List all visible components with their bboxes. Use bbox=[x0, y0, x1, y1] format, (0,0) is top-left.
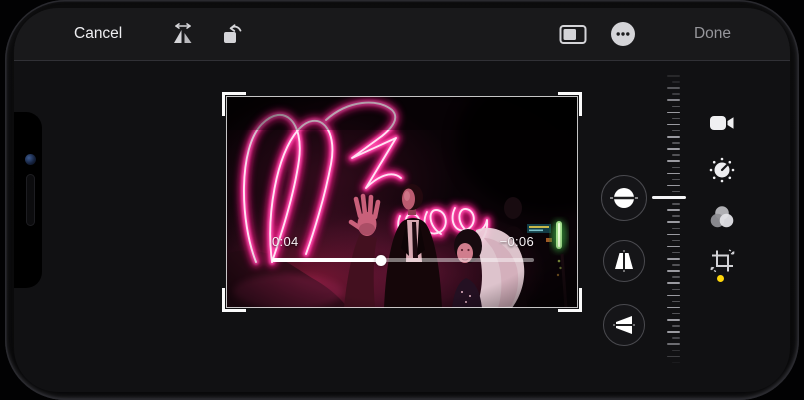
dial-pointer bbox=[652, 196, 686, 199]
rotate-icon bbox=[221, 22, 245, 46]
tab-filters[interactable] bbox=[702, 199, 742, 239]
tab-adjust[interactable] bbox=[702, 152, 742, 192]
progress-fill bbox=[272, 258, 381, 262]
remaining-time: −0:06 bbox=[500, 234, 534, 249]
straighten-icon bbox=[607, 183, 641, 213]
horizontal-perspective-icon bbox=[611, 312, 637, 338]
rotate-button[interactable] bbox=[219, 8, 247, 60]
video-camera-icon bbox=[709, 113, 735, 138]
progress-thumb[interactable] bbox=[375, 255, 386, 266]
earpiece-speaker bbox=[26, 174, 35, 226]
aspect-ratio-button[interactable] bbox=[557, 8, 589, 60]
progress-track[interactable] bbox=[272, 258, 534, 262]
iphone-screen: Cancel bbox=[14, 8, 790, 392]
filters-icon bbox=[709, 205, 735, 234]
notch bbox=[14, 112, 42, 288]
aspect-ratio-icon bbox=[558, 22, 588, 46]
crop-handle-bottom-left[interactable] bbox=[222, 288, 246, 312]
video-frame-art bbox=[226, 96, 578, 308]
vertical-perspective-icon bbox=[611, 248, 637, 274]
screenshot-stage: Cancel bbox=[0, 0, 804, 400]
tab-crop[interactable] bbox=[702, 243, 742, 283]
front-camera bbox=[25, 154, 36, 165]
flip-horizontal-icon bbox=[171, 22, 195, 46]
more-options-icon bbox=[610, 21, 636, 47]
crop-handle-bottom-right[interactable] bbox=[558, 288, 582, 312]
more-options-button[interactable] bbox=[609, 8, 637, 60]
crop-rotate-icon bbox=[709, 247, 736, 279]
cancel-button[interactable]: Cancel bbox=[74, 8, 122, 60]
crop-handle-top-right[interactable] bbox=[558, 92, 582, 116]
straighten-button[interactable] bbox=[601, 175, 647, 221]
crop-edits-dot bbox=[717, 275, 724, 282]
tab-video[interactable] bbox=[702, 105, 742, 145]
top-toolbar: Cancel bbox=[14, 8, 790, 61]
done-button[interactable]: Done bbox=[694, 8, 731, 60]
flip-horizontal-button[interactable] bbox=[169, 8, 197, 60]
video-preview[interactable]: 0:04 −0:06 bbox=[226, 96, 578, 308]
adjust-dial-icon bbox=[708, 156, 736, 189]
horizontal-perspective-button[interactable] bbox=[603, 304, 645, 346]
vertical-perspective-button[interactable] bbox=[603, 240, 645, 282]
elapsed-time: 0:04 bbox=[272, 234, 299, 249]
straighten-dial[interactable] bbox=[666, 75, 680, 369]
crop-handle-top-left[interactable] bbox=[222, 92, 246, 116]
